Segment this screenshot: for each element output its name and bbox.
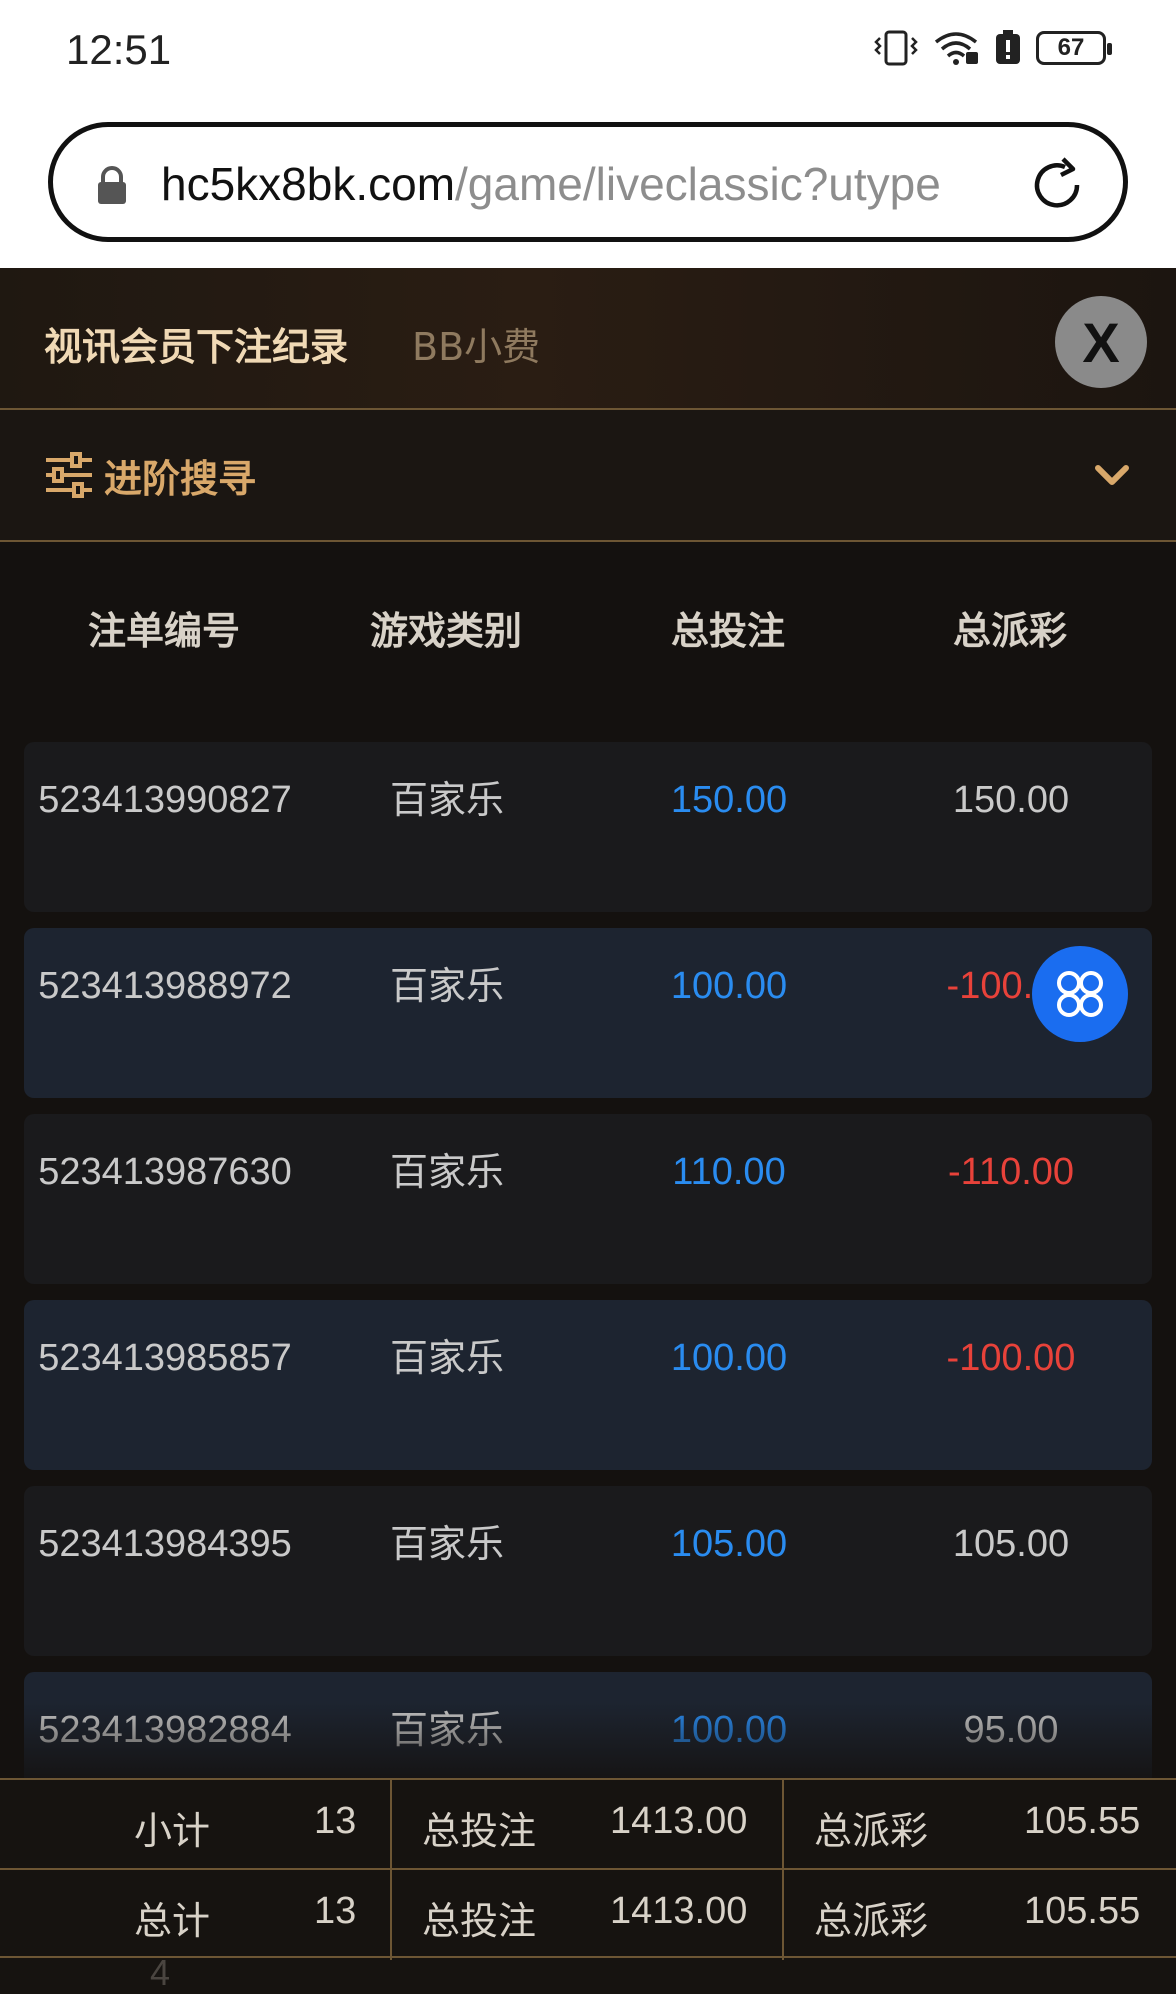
total-bet: 100.00 [670,965,788,1007]
battery-level: 67 [1057,34,1085,61]
address-bar[interactable]: hc5kx8bk.com/game/liveclassic?utype [48,122,1128,242]
subtotal-payout: 105.55 [1024,1800,1141,1842]
url-path: /game/liveclassic?utype [455,158,941,210]
bet-id: 523413988972 [38,965,292,1007]
vibrate-icon [874,30,918,66]
divider [390,1870,392,1960]
table-row[interactable]: 523413982884 百家乐 100.00 95.00 [24,1672,1152,1778]
column-header-total-payout: 总派彩 [952,609,1067,653]
summary-footer: 小计 13 总投注 1413.00 总派彩 105.55 总计 13 总投注 1… [0,1778,1176,1994]
obscured-id-fragment: 4 [150,1952,171,1993]
bet-id: 523413985857 [38,1337,292,1379]
total-bet: 105.00 [670,1523,788,1565]
total-label: 总计 [134,1899,211,1943]
total-bet: 110.00 [672,1151,786,1193]
total-row: 总计 13 总投注 1413.00 总派彩 105.55 [0,1868,1176,1960]
table-row[interactable]: 523413984395 百家乐 105.00 105.00 [24,1486,1152,1656]
close-button[interactable]: X [1055,296,1147,388]
subtotal-row: 小计 13 总投注 1413.00 总派彩 105.55 [0,1778,1176,1870]
url-text[interactable]: hc5kx8bk.com/game/liveclassic?utype [161,157,1021,211]
game-type: 百家乐 [389,1150,504,1194]
game-type: 百家乐 [389,778,504,822]
records-list[interactable]: 523413990827 百家乐 150.00 150.00 523413988… [0,742,1176,1778]
chevron-down-icon [1095,465,1129,485]
column-header-bet-id: 注单编号 [87,609,240,653]
status-bar: 12:51 67 [0,0,1176,100]
url-host: hc5kx8bk.com [161,158,456,210]
advanced-search-label: 进阶搜寻 [104,457,257,501]
tab-bb-tips[interactable]: BB小费 [412,316,540,371]
subtotal-payout-label: 总派彩 [814,1809,929,1853]
floating-menu-button[interactable] [1032,946,1128,1042]
column-header-game-type: 游戏类别 [369,609,522,653]
total-payout: -100.00 [946,1337,1076,1379]
total-bet-label: 总投注 [422,1899,537,1943]
divider [782,1780,784,1870]
status-icons: 67 [874,30,1112,66]
lock-icon [98,166,126,204]
total-bet: 150.00 [670,779,788,821]
total-payout: -110.00 [947,1151,1075,1193]
total-bet: 100.00 [670,1337,788,1379]
grid-menu-icon [1057,971,1103,1017]
browser-toolbar: hc5kx8bk.com/game/liveclassic?utype [0,100,1176,268]
bet-id: 523413982884 [38,1709,292,1751]
reload-icon[interactable] [1027,155,1087,215]
advanced-search-toggle[interactable]: 进阶搜寻 [0,410,1176,542]
subtotal-bet-label: 总投注 [422,1809,537,1853]
total-payout: 105.55 [1024,1890,1141,1932]
filter-icon [46,452,92,498]
game-type: 百家乐 [389,964,504,1008]
game-type: 百家乐 [389,1522,504,1566]
total-bet: 1413.00 [610,1890,748,1932]
table-row[interactable]: 523413987630 百家乐 110.00 -110.00 [24,1114,1152,1284]
game-type: 百家乐 [389,1708,504,1752]
tab-live-bet-records[interactable]: 视讯会员下注纪录 [44,316,348,371]
divider [782,1870,784,1960]
subtotal-count: 13 [314,1800,357,1842]
divider [390,1780,392,1870]
subtotal-label: 小计 [134,1809,211,1853]
total-payout: 95.00 [963,1709,1059,1751]
table-row[interactable]: 523413985857 百家乐 100.00 -100.00 [24,1300,1152,1470]
bet-id: 523413984395 [38,1523,292,1565]
table-row[interactable]: 523413988972 百家乐 100.00 -100.00 [24,928,1152,1098]
total-payout-label: 总派彩 [814,1899,929,1943]
battery-saver-icon [996,30,1020,64]
subtotal-bet: 1413.00 [610,1800,748,1842]
status-time: 12:51 [66,26,172,73]
wifi-icon [934,32,978,65]
bet-id: 523413990827 [38,779,292,821]
game-type: 百家乐 [389,1336,504,1380]
total-bet: 100.00 [670,1709,788,1751]
column-header-total-bet: 总投注 [670,609,785,653]
total-count: 13 [314,1890,357,1932]
total-payout: 150.00 [952,779,1070,821]
battery-icon: 67 [1036,31,1112,65]
modal-header: 视讯会员下注纪录 BB小费 [0,268,1176,410]
bet-id: 523413987630 [38,1151,292,1193]
total-payout: 105.00 [952,1523,1070,1565]
table-row[interactable]: 523413990827 百家乐 150.00 150.00 [24,742,1152,912]
